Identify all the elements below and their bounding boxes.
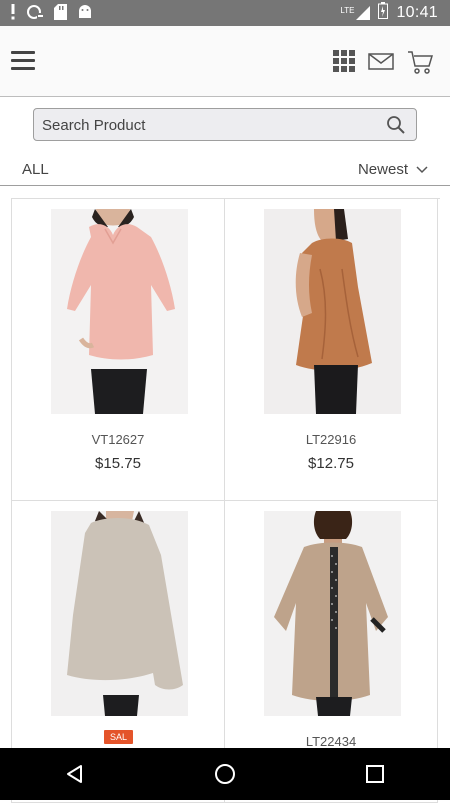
alert-icon (10, 4, 16, 22)
sd-card-icon (54, 4, 67, 22)
status-bar: LTE 10:41 (0, 0, 450, 26)
menu-icon[interactable] (11, 51, 35, 73)
chevron-down-icon (416, 161, 428, 178)
divider (0, 185, 450, 186)
app-header (0, 26, 450, 97)
network-label: LTE (340, 6, 355, 15)
product-code: LT22916 (305, 432, 357, 447)
product-price: $15.75 (95, 455, 141, 472)
product-card[interactable]: LT22916 $12.75 (225, 199, 438, 501)
sale-badge: SAL (104, 730, 134, 744)
search-bar (33, 108, 417, 142)
recents-icon[interactable] (355, 754, 395, 794)
product-price: $12.75 (308, 455, 354, 472)
home-icon[interactable] (205, 754, 245, 794)
android-icon (77, 4, 93, 22)
search-input[interactable] (40, 109, 384, 142)
product-grid: VT12627 $15.75 LT22916 $12.75 SAL LT2243… (11, 198, 440, 803)
product-image (264, 209, 401, 414)
battery-icon (378, 2, 389, 24)
mail-icon[interactable] (368, 49, 396, 75)
category-filter[interactable]: ALL (22, 161, 49, 178)
product-code: VT12627 (91, 432, 145, 447)
system-nav-bar (0, 748, 450, 800)
cart-icon[interactable] (407, 49, 434, 75)
product-image (264, 511, 401, 716)
back-icon[interactable] (55, 754, 95, 794)
grid-view-icon[interactable] (332, 49, 358, 75)
sort-dropdown[interactable]: Newest (358, 161, 428, 178)
clock: 10:41 (396, 4, 438, 21)
lte-signal-icon: LTE (340, 6, 371, 20)
product-image (51, 511, 188, 716)
product-code: LT22434 (305, 734, 357, 749)
search-icon[interactable] (386, 115, 406, 135)
product-card[interactable]: VT12627 $15.75 (12, 199, 225, 501)
sync-icon (26, 4, 44, 22)
product-image (51, 209, 188, 414)
sort-label: Newest (357, 161, 408, 178)
